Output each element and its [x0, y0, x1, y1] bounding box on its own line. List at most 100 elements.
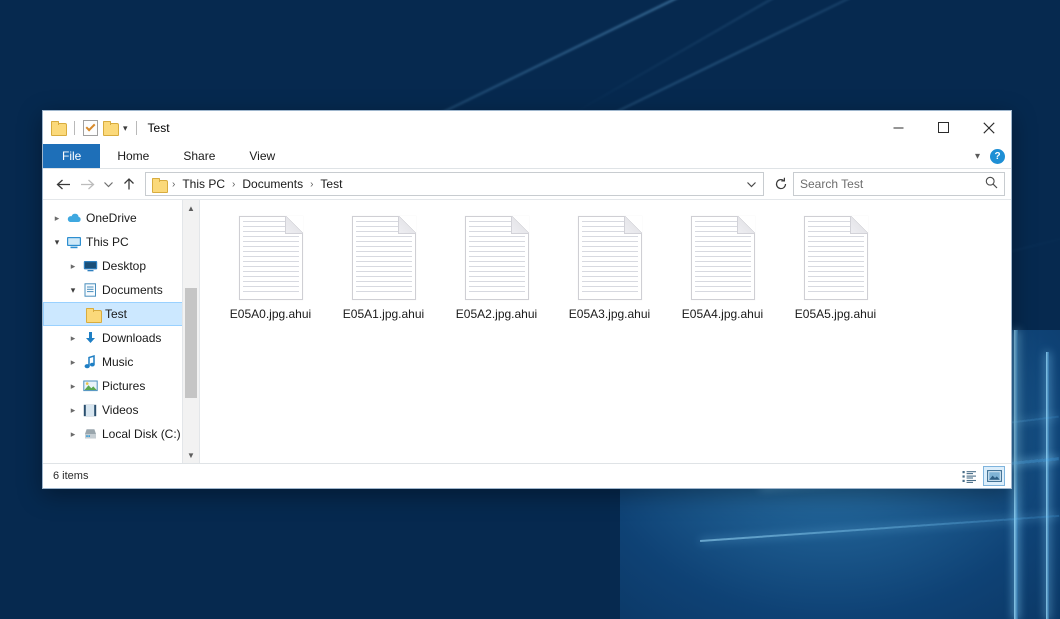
desktop-icon — [81, 260, 99, 272]
wallpaper-logo-pane — [1014, 330, 1018, 619]
maximize-button[interactable] — [921, 111, 966, 144]
sidebar-item-local-disk-c[interactable]: ▸ Local Disk (C:) — [43, 422, 199, 446]
sidebar-item-pictures[interactable]: ▸ Pictures — [43, 374, 199, 398]
file-item[interactable]: E05A5.jpg.ahui — [779, 212, 892, 334]
tab-file[interactable]: File — [43, 144, 100, 168]
generic-document-icon — [352, 216, 416, 300]
breadcrumb-test[interactable]: Test — [318, 177, 344, 191]
title-bar: ▾ Test — [43, 111, 1011, 144]
file-item[interactable]: E05A2.jpg.ahui — [440, 212, 553, 334]
folder-icon[interactable] — [51, 121, 66, 134]
properties-checkbox-icon[interactable] — [83, 120, 98, 136]
sidebar-item-label: Local Disk (C:) — [102, 427, 181, 441]
download-icon — [81, 331, 99, 345]
status-bar: 6 items — [43, 463, 1011, 488]
music-icon — [81, 355, 99, 369]
page-fold — [850, 216, 868, 234]
minimize-button[interactable] — [876, 111, 921, 144]
page-fold — [398, 216, 416, 234]
sidebar-item-label: Documents — [102, 283, 163, 297]
large-icons-view-button[interactable] — [983, 466, 1005, 486]
file-list-pane[interactable]: E05A0.jpg.ahui E05A1.jpg.ahui — [200, 200, 1011, 463]
chevron-right-icon[interactable]: ▸ — [49, 213, 65, 224]
recent-locations-button[interactable] — [99, 172, 117, 196]
divider — [136, 121, 137, 135]
details-view-button[interactable] — [959, 467, 979, 485]
address-bar-actions — [742, 172, 763, 196]
sidebar-item-desktop[interactable]: ▸ Desktop — [43, 254, 199, 278]
window-controls — [876, 111, 1011, 144]
scrollbar-thumb[interactable] — [185, 288, 197, 398]
page-fold — [511, 216, 529, 234]
file-name: E05A0.jpg.ahui — [230, 307, 311, 321]
sidebar-item-music[interactable]: ▸ Music — [43, 350, 199, 374]
chevron-right-icon[interactable]: ▸ — [65, 333, 81, 344]
chevron-up-icon[interactable]: ▲ — [183, 200, 199, 216]
sidebar-item-label: Downloads — [102, 331, 161, 345]
item-count-label: 6 items — [53, 470, 88, 482]
videos-icon — [81, 404, 99, 417]
help-icon[interactable]: ? — [990, 149, 1005, 164]
tab-view[interactable]: View — [232, 144, 292, 168]
chevron-right-icon[interactable]: ▸ — [65, 357, 81, 368]
navigation-scrollbar[interactable]: ▲ ▼ — [182, 200, 199, 463]
new-folder-icon[interactable] — [103, 121, 118, 134]
generic-document-icon — [465, 216, 529, 300]
search-input[interactable]: Search Test — [800, 177, 985, 191]
file-item[interactable]: E05A0.jpg.ahui — [214, 212, 327, 334]
sidebar-item-onedrive[interactable]: ▸ OneDrive — [43, 206, 199, 230]
file-item[interactable]: E05A3.jpg.ahui — [553, 212, 666, 334]
wallpaper-logo-pane — [1046, 352, 1049, 619]
chevron-down-icon[interactable]: ▾ — [123, 122, 128, 133]
tab-share[interactable]: Share — [166, 144, 232, 168]
window-title: Test — [148, 121, 170, 135]
file-item[interactable]: E05A1.jpg.ahui — [327, 212, 440, 334]
back-button[interactable] — [51, 172, 75, 196]
generic-document-icon — [691, 216, 755, 300]
file-item[interactable]: E05A4.jpg.ahui — [666, 212, 779, 334]
chevron-down-icon[interactable]: ▼ — [183, 447, 199, 463]
tab-home[interactable]: Home — [100, 144, 166, 168]
page-fold — [737, 216, 755, 234]
sidebar-item-label: Test — [105, 307, 127, 321]
explorer-body: ▸ OneDrive ▾ This PC ▸ — [43, 200, 1011, 463]
folder-icon — [152, 178, 167, 191]
breadcrumb-this-pc[interactable]: This PC — [180, 177, 227, 191]
chevron-down-icon[interactable]: ▾ — [65, 285, 81, 296]
chevron-down-icon[interactable]: ▾ — [49, 237, 65, 248]
file-name: E05A3.jpg.ahui — [569, 307, 650, 321]
search-icon[interactable] — [985, 176, 998, 192]
refresh-button[interactable] — [769, 172, 793, 196]
breadcrumb-bar[interactable]: › This PC › Documents › Test — [145, 172, 764, 196]
chevron-down-icon[interactable]: ▾ — [975, 151, 982, 162]
sidebar-item-this-pc[interactable]: ▾ This PC — [43, 230, 199, 254]
chevron-right-icon[interactable]: ▸ — [65, 429, 81, 440]
ribbon-tab-strip: File Home Share View ▾ ? — [43, 144, 1011, 169]
forward-button[interactable] — [75, 172, 99, 196]
sidebar-item-downloads[interactable]: ▸ Downloads — [43, 326, 199, 350]
close-button[interactable] — [966, 111, 1011, 144]
address-dropdown-button[interactable] — [742, 172, 760, 196]
cloud-icon — [65, 212, 83, 224]
sidebar-item-test[interactable]: Test — [43, 302, 199, 326]
folder-icon — [84, 308, 102, 321]
search-box[interactable]: Search Test — [793, 172, 1005, 196]
up-button[interactable] — [117, 172, 141, 196]
sidebar-item-label: OneDrive — [86, 211, 137, 225]
chevron-right-icon[interactable]: ▸ — [65, 381, 81, 392]
drive-icon — [81, 428, 99, 440]
sidebar-item-videos[interactable]: ▸ Videos — [43, 398, 199, 422]
chevron-right-icon[interactable]: ▸ — [65, 405, 81, 416]
generic-document-icon — [578, 216, 642, 300]
divider — [74, 121, 75, 135]
view-toggle-group — [959, 466, 1005, 486]
chevron-right-icon[interactable]: ▸ — [65, 261, 81, 272]
ribbon-right-controls: ▾ ? — [975, 144, 1005, 168]
breadcrumb-separator: › — [307, 179, 316, 190]
quick-access-toolbar: ▾ — [51, 120, 140, 136]
sidebar-item-documents[interactable]: ▾ Documents — [43, 278, 199, 302]
generic-document-icon — [239, 216, 303, 300]
generic-document-icon — [804, 216, 868, 300]
breadcrumb-documents[interactable]: Documents — [240, 177, 305, 191]
breadcrumb-separator: › — [229, 179, 238, 190]
